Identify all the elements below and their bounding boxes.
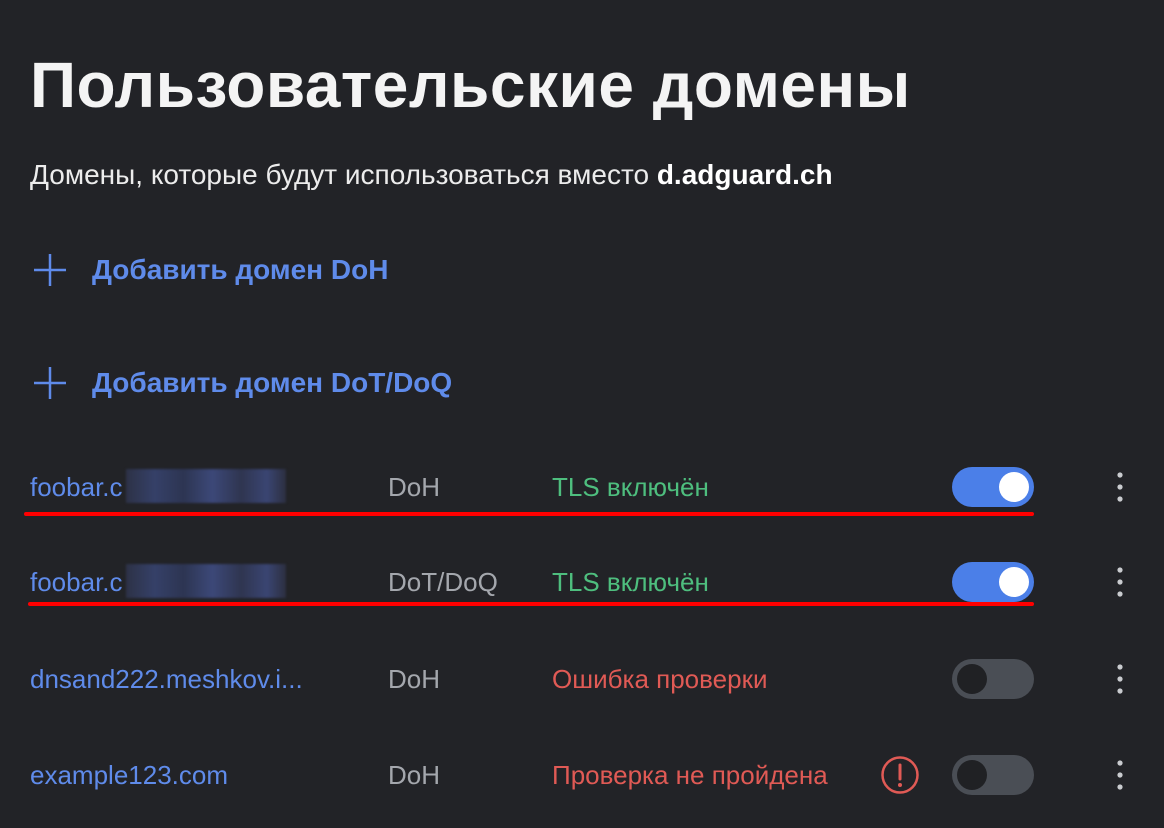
domain-enabled-toggle[interactable]	[952, 467, 1034, 507]
more-vertical-icon[interactable]	[1108, 564, 1132, 600]
domain-enabled-toggle[interactable]	[952, 659, 1034, 699]
domain-protocol: DoH	[388, 664, 441, 694]
annotation-underline	[28, 602, 1034, 606]
domain-name-link[interactable]: dnsand222.meshkov.i...	[30, 659, 303, 699]
domain-enabled-toggle[interactable]	[952, 562, 1034, 602]
domain-enabled-toggle[interactable]	[952, 755, 1034, 795]
custom-domains-page: Пользовательские домены Домены, которые …	[0, 0, 1164, 828]
add-doh-label: Добавить домен DoH	[92, 254, 389, 285]
exclamation-circle-icon[interactable]	[880, 755, 920, 795]
plus-icon	[34, 254, 66, 286]
toggle-knob	[957, 664, 987, 694]
domain-status: TLS включён	[552, 567, 709, 597]
toggle-knob	[957, 760, 987, 790]
page-description: Домены, которые будут использоваться вме…	[30, 159, 833, 191]
add-doh-domain-button[interactable]: Добавить домен DoH	[32, 252, 388, 288]
more-vertical-icon[interactable]	[1108, 469, 1132, 505]
domain-row: foobar.c DoH TLS включён	[0, 467, 1164, 507]
description-text: Домены, которые будут использоваться вме…	[30, 159, 657, 190]
annotation-underline	[24, 512, 1034, 516]
plus-icon	[34, 367, 66, 399]
domain-name-link[interactable]: example123.com	[30, 755, 228, 795]
add-dot-doq-label: Добавить домен DoT/DoQ	[92, 367, 453, 398]
domain-protocol: DoH	[388, 472, 441, 502]
more-vertical-icon[interactable]	[1108, 661, 1132, 697]
domain-row: foobar.c DoT/DoQ TLS включён	[0, 562, 1164, 602]
default-domain: d.adguard.ch	[656, 159, 833, 190]
redacted-domain-blur	[126, 469, 286, 503]
domain-status: TLS включён	[552, 472, 709, 502]
page-title: Пользовательские домены	[30, 49, 911, 121]
domain-protocol: DoT/DoQ	[388, 567, 498, 597]
domain-name-link[interactable]: foobar.c	[30, 562, 123, 602]
toggle-knob	[999, 567, 1029, 597]
more-vertical-icon[interactable]	[1108, 757, 1132, 793]
redacted-domain-blur	[126, 564, 286, 598]
domain-row: dnsand222.meshkov.i... DoH Ошибка провер…	[0, 659, 1164, 699]
add-dot-doq-domain-button[interactable]: Добавить домен DoT/DoQ	[32, 365, 452, 401]
domain-status: Проверка не пройдена	[552, 760, 828, 790]
domain-status: Ошибка проверки	[552, 664, 768, 694]
domain-name-link[interactable]: foobar.c	[30, 467, 123, 507]
domain-protocol: DoH	[388, 760, 441, 790]
domain-row: example123.com DoH Проверка не пройдена	[0, 755, 1164, 795]
toggle-knob	[999, 472, 1029, 502]
